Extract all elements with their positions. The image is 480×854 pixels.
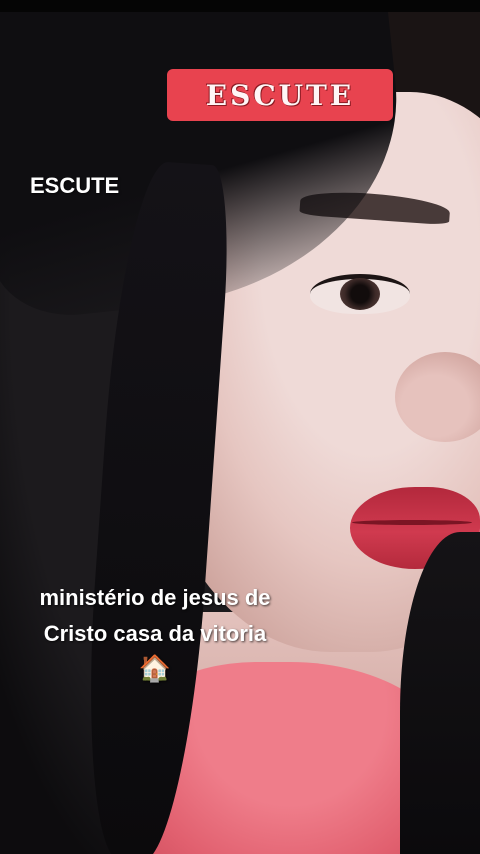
caption: ministério de jesus de Cristo casa da vi… (10, 580, 300, 684)
lip-line (352, 520, 472, 525)
title-badge-text: ESCUTE (205, 78, 355, 112)
video-frame: ESCUTE ESCUTE ministério de jesus de Cri… (0, 0, 480, 854)
title-badge: ESCUTE (167, 69, 393, 121)
iris (340, 278, 380, 310)
caption-line-2: Cristo casa da vitoria (43, 621, 267, 646)
top-strip (0, 0, 480, 12)
house-icon: 🏠 (138, 653, 172, 683)
overlay-text: ESCUTE (30, 173, 120, 198)
caption-line-1: ministério de jesus de (39, 585, 271, 610)
photo-scene (0, 12, 480, 854)
